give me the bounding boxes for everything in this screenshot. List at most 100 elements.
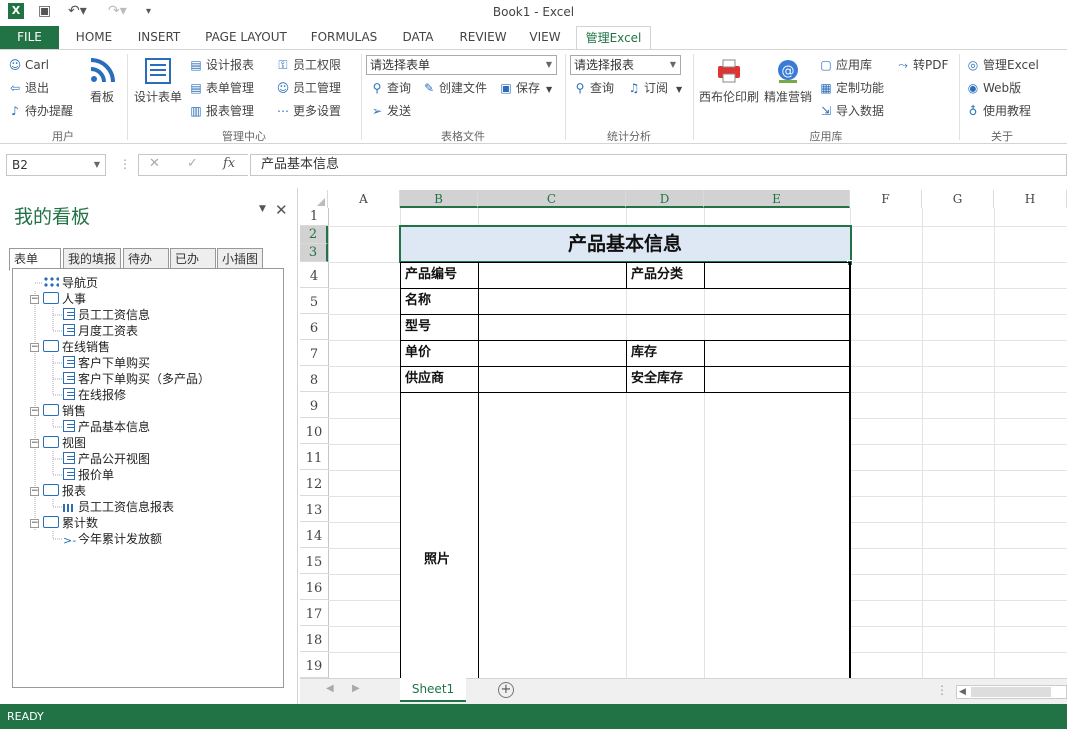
tutorial-button[interactable]: ♁ 使用教程 [966, 102, 1031, 120]
tab-formulas[interactable]: FORMULAS [308, 26, 380, 49]
row-header[interactable]: 16 [300, 574, 328, 600]
undo-icon[interactable]: ↶▾ [68, 3, 87, 19]
horizontal-scrollbar[interactable]: ◀ [956, 685, 1067, 699]
row-header[interactable]: 8 [300, 366, 328, 392]
form-select[interactable]: 请选择表单 ▼ [366, 55, 557, 75]
collapse-icon[interactable]: − [30, 439, 39, 448]
row-header[interactable]: 18 [300, 626, 328, 652]
save-form-button[interactable]: ▣ 保存 ▼ [499, 79, 552, 97]
tree-item-product-info[interactable]: 产品基本信息 [63, 419, 150, 435]
add-sheet-icon[interactable]: + [498, 682, 514, 698]
form-query-button[interactable]: ⚲ 查询 [370, 79, 411, 97]
collapse-icon[interactable]: − [30, 407, 39, 416]
redo-icon[interactable]: ↷▾ [108, 3, 127, 19]
custom-feature-button[interactable]: ▦ 定制功能 [819, 79, 884, 97]
sheet-tab-sheet1[interactable]: Sheet1 [400, 678, 466, 702]
label-photo[interactable]: 照片 [420, 548, 450, 572]
panel-tab-done[interactable]: 已办 [170, 248, 216, 270]
confirm-icon[interactable]: ✓ [187, 156, 198, 171]
tree-item-customer-order[interactable]: 客户下单购买 [63, 355, 150, 371]
label-product-category[interactable]: 产品分类 [627, 263, 683, 287]
tab-manage-excel[interactable]: 管理Excel [576, 26, 651, 50]
kanban-button[interactable]: 看板 [86, 56, 118, 105]
send-button[interactable]: ➢ 发送 [370, 102, 411, 120]
label-safe-stock[interactable]: 安全库存 [627, 367, 683, 391]
app-store-button[interactable]: ▢ 应用库 [819, 56, 872, 74]
row-header[interactable]: 3 [300, 244, 328, 262]
tab-page-layout[interactable]: PAGE LAYOUT [202, 26, 290, 49]
web-version-button[interactable]: ◉ Web版 [966, 79, 1021, 97]
import-data-button[interactable]: ⇲ 导入数据 [819, 102, 884, 120]
tree-item-view[interactable]: 视图 [43, 435, 86, 451]
tab-review[interactable]: REVIEW [457, 26, 509, 49]
form-manage-button[interactable]: ▤ 表单管理 [189, 79, 254, 97]
cancel-icon[interactable]: ✕ [149, 156, 160, 171]
panel-menu-icon[interactable]: ▼ [259, 204, 266, 214]
column-header[interactable]: G [922, 190, 994, 208]
label-product-code[interactable]: 产品编号 [401, 263, 457, 287]
tab-home[interactable]: HOME [72, 26, 116, 49]
label-price[interactable]: 单价 [401, 341, 431, 365]
create-file-button[interactable]: ✎ 创建文件 [422, 79, 487, 97]
tree-item-annual-total[interactable]: >- 今年累计发放额 [63, 531, 162, 547]
label-supplier[interactable]: 供应商 [401, 367, 444, 391]
tree-item-product-public-view[interactable]: 产品公开视图 [63, 451, 150, 467]
row-header[interactable]: 7 [300, 340, 328, 366]
column-header[interactable]: D [626, 190, 704, 208]
design-form-button[interactable]: 设计表单 [133, 56, 183, 105]
tree-item-report[interactable]: 报表 [43, 483, 86, 499]
column-header[interactable]: C [478, 190, 626, 208]
marketing-app-button[interactable]: @ 精准营销 [763, 56, 813, 105]
tree-item-customer-order-multi[interactable]: 客户下单购买（多产品） [63, 371, 210, 387]
tab-view[interactable]: VIEW [526, 26, 564, 49]
column-header[interactable]: A [328, 190, 400, 208]
next-sheet-icon[interactable]: ▶ [352, 683, 360, 694]
tree-item-nav[interactable]: 导航页 [43, 275, 98, 291]
insert-function-icon[interactable]: fx [223, 156, 235, 171]
more-settings-button[interactable]: ⋯ 更多设置 [276, 102, 341, 120]
row-header[interactable]: 1 [300, 208, 328, 226]
row-header[interactable]: 2 [300, 226, 328, 244]
label-model[interactable]: 型号 [401, 315, 431, 339]
row-header[interactable]: 19 [300, 652, 328, 678]
report-select[interactable]: 请选择报表 ▼ [570, 55, 681, 75]
print-app-button[interactable]: 西布伦印刷 [698, 56, 760, 105]
tree-item-salary-report[interactable]: 员工工资信息报表 [63, 499, 174, 515]
customize-qa-icon[interactable]: ▾ [146, 6, 151, 17]
close-icon[interactable]: ✕ [275, 201, 288, 219]
panel-tab-my-filled[interactable]: 我的填报 [63, 248, 121, 270]
to-pdf-button[interactable]: ⤳ 转PDF [896, 56, 948, 74]
collapse-icon[interactable]: − [30, 295, 39, 304]
tree-item-quotation[interactable]: 报价单 [63, 467, 114, 483]
tab-data[interactable]: DATA [398, 26, 438, 49]
tab-file[interactable]: FILE [0, 26, 59, 49]
tree-item-hr[interactable]: 人事 [43, 291, 86, 307]
formula-input[interactable]: 产品基本信息 [250, 154, 1067, 176]
label-name[interactable]: 名称 [401, 289, 431, 313]
select-all-corner[interactable] [300, 190, 328, 208]
row-header[interactable]: 12 [300, 470, 328, 496]
panel-tab-widget[interactable]: 小插图 [217, 248, 263, 270]
user-button[interactable]: ☺ Carl [8, 56, 49, 74]
tree-item-salary-info[interactable]: 员工工资信息 [63, 307, 150, 323]
row-header[interactable]: 11 [300, 444, 328, 470]
column-header[interactable]: E [704, 190, 850, 208]
name-box[interactable]: B2 ▼ [6, 154, 106, 176]
design-report-button[interactable]: ▤ 设计报表 [189, 56, 254, 74]
collapse-icon[interactable]: − [30, 519, 39, 528]
panel-tab-todo[interactable]: 待办 [123, 248, 169, 270]
row-header[interactable]: 10 [300, 418, 328, 444]
row-header[interactable]: 17 [300, 600, 328, 626]
column-header[interactable]: H [994, 190, 1067, 208]
tab-insert[interactable]: INSERT [134, 26, 184, 49]
splitter-icon[interactable]: ⋮ [936, 683, 948, 697]
tree-item-online-sales[interactable]: 在线销售 [43, 339, 110, 355]
label-stock[interactable]: 库存 [627, 341, 657, 365]
manage-excel-button[interactable]: ◎ 管理Excel [966, 56, 1039, 74]
scroll-left-icon[interactable]: ◀ [959, 687, 966, 697]
prev-sheet-icon[interactable]: ◀ [326, 683, 334, 694]
row-header[interactable]: 13 [300, 496, 328, 522]
tree-item-sales[interactable]: 销售 [43, 403, 86, 419]
spreadsheet-grid[interactable]: A B C D E F G H 1 2 3 4 5 6 7 8 9 10 11 … [300, 188, 1067, 678]
subscribe-button[interactable]: ♫ 订阅 ▼ [627, 79, 683, 97]
